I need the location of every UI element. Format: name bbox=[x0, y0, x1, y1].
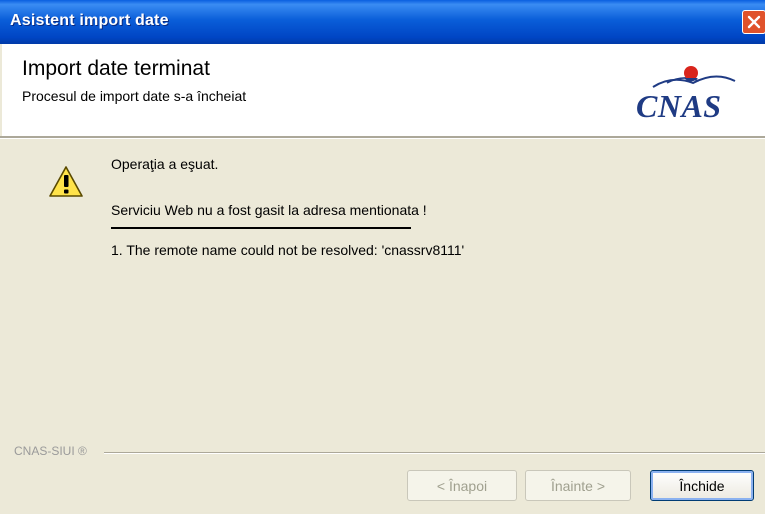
header-divider bbox=[0, 136, 765, 139]
close-window-button[interactable] bbox=[742, 10, 765, 34]
cnas-logo: CNAS bbox=[627, 59, 752, 129]
logo-text: CNAS bbox=[636, 88, 722, 124]
page-title: Import date terminat bbox=[22, 57, 210, 80]
close-icon bbox=[747, 15, 761, 29]
footer-brand: CNAS-SIUI ® bbox=[14, 444, 87, 458]
message-divider bbox=[111, 227, 411, 229]
error-message: Serviciu Web nu a fost gasit la adresa m… bbox=[111, 202, 427, 218]
footer-divider bbox=[104, 452, 765, 454]
wizard-window: Asistent import date Import date termina… bbox=[0, 0, 765, 514]
title-bar[interactable]: Asistent import date bbox=[0, 0, 765, 44]
next-button[interactable]: Înainte > bbox=[525, 470, 631, 501]
finish-close-button[interactable]: Închide bbox=[650, 470, 754, 501]
error-details: 1. The remote name could not be resolved… bbox=[111, 242, 465, 258]
page-subtitle: Procesul de import date s-a încheiat bbox=[22, 88, 247, 104]
warning-icon bbox=[49, 166, 83, 197]
back-button[interactable]: < Înapoi bbox=[407, 470, 517, 501]
status-message: Operaţia a eşuat. bbox=[111, 156, 219, 172]
wizard-header: Import date terminat Procesul de import … bbox=[2, 44, 765, 136]
window-title: Asistent import date bbox=[10, 12, 169, 29]
